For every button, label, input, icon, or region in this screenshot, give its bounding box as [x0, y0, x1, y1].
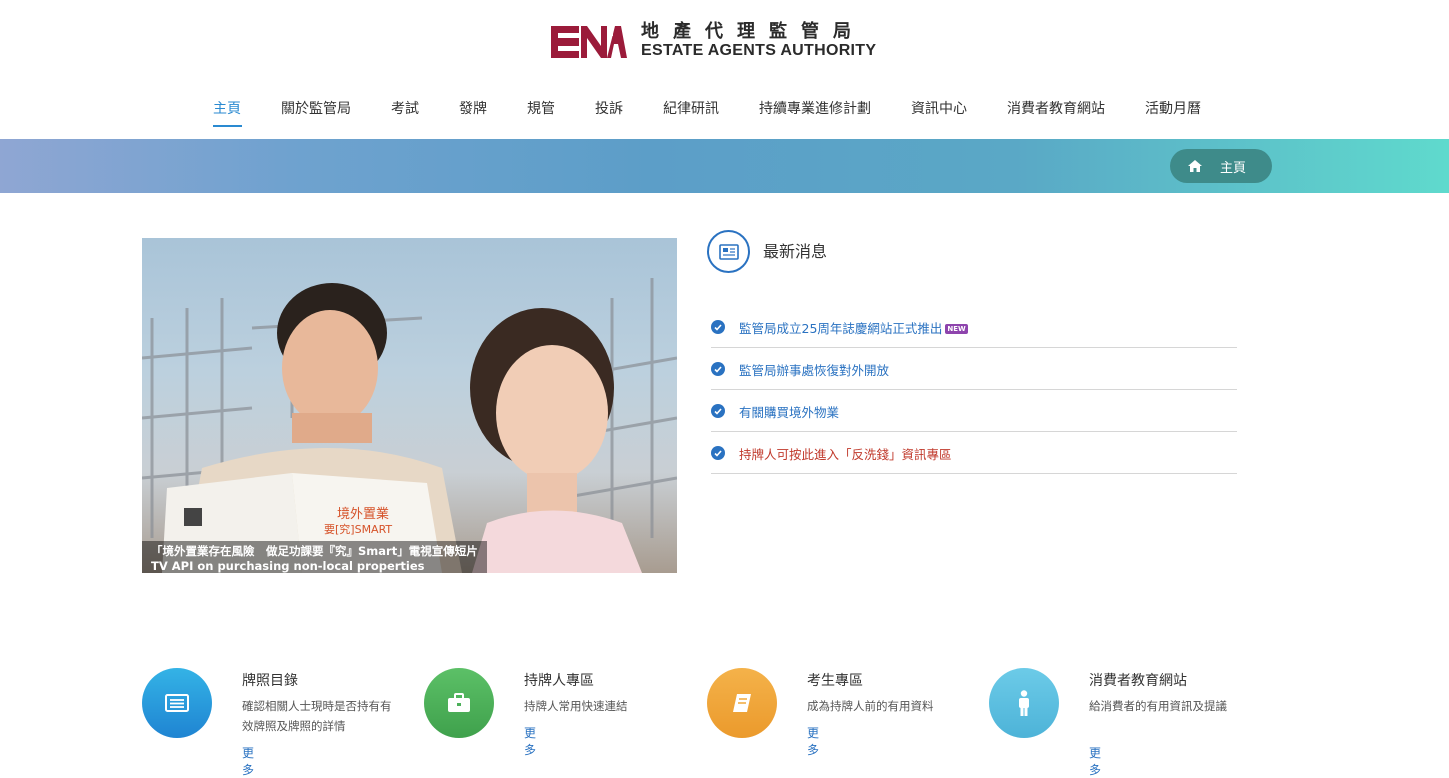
eaa-logo-mark [551, 22, 627, 60]
nav-item-home[interactable]: 主頁 [213, 98, 241, 118]
news-item-link[interactable]: 監管局成立25周年誌慶網站正式推出 NEW [739, 318, 968, 337]
news-item[interactable]: 有關購買境外物業 [711, 390, 1237, 432]
nav-item-info-centre[interactable]: 資訊中心 [911, 98, 967, 118]
news-item[interactable]: 監管局辦事處恢復對外開放 [711, 348, 1237, 390]
tile-title[interactable]: 考生專區 [807, 670, 863, 690]
nav-item-cpd[interactable]: 持續專業進修計劃 [759, 98, 871, 118]
tile-description: 持牌人常用快速連結 [524, 699, 628, 713]
hero-caption: 「境外置業存在風險 做足功課要『究』Smart」電視宣傳短片 TV API on… [142, 541, 487, 573]
page-banner: 主頁 [0, 139, 1449, 193]
nav-item-consumer-edu[interactable]: 消費者教育網站 [1007, 98, 1105, 118]
news-item-text: 監管局成立25周年誌慶網站正式推出 [739, 320, 943, 336]
new-badge: NEW [945, 324, 968, 334]
news-item[interactable]: 持牌人可按此進入「反洗錢」資訊專區 [711, 432, 1237, 474]
home-icon [1188, 160, 1202, 172]
news-item-link[interactable]: 持牌人可按此進入「反洗錢」資訊專區 [739, 444, 952, 463]
nav-active-underline [213, 125, 242, 127]
hero-illustration: 境外置業 要[究]SMART [142, 278, 677, 573]
nav-item-exam[interactable]: 考試 [391, 98, 419, 118]
newspaper-icon [707, 230, 750, 273]
check-circle-icon [711, 320, 725, 334]
check-circle-icon [711, 446, 725, 460]
list-icon[interactable] [142, 668, 212, 738]
logo-english-name: ESTATE AGENTS AUTHORITY [641, 42, 877, 59]
breadcrumb-label: 主頁 [1220, 160, 1247, 176]
book-icon[interactable] [707, 668, 777, 738]
check-circle-icon [711, 404, 725, 418]
hero-caption-line1: 「境外置業存在風險 做足功課要『究』Smart」電視宣傳短片 [151, 544, 478, 558]
more-link[interactable]: 更多 [807, 724, 819, 758]
more-link[interactable]: 更多 [524, 724, 536, 758]
news-item-link[interactable]: 監管局辦事處恢復對外開放 [739, 360, 889, 379]
person-icon[interactable] [989, 668, 1059, 738]
tile-description: 給消費者的有用資訊及提議 [1089, 699, 1227, 713]
tile-title[interactable]: 牌照目錄 [242, 670, 298, 690]
check-circle-icon [711, 362, 725, 376]
nav-item-about[interactable]: 關於監管局 [281, 98, 351, 118]
logo-chinese-name: 地產代理監管局 [641, 21, 865, 42]
news-item[interactable]: 監管局成立25周年誌慶網站正式推出 NEW [711, 306, 1237, 348]
tile-description: 確認相關人士現時是否持有有效牌照及牌照的詳情 [242, 699, 392, 733]
booklet-subtitle: 要[究]SMART [324, 522, 392, 536]
breadcrumb[interactable]: 主頁 [1170, 149, 1272, 183]
site-logo[interactable]: 地產代理監管局 ESTATE AGENTS AUTHORITY [551, 22, 876, 60]
news-list: 監管局成立25周年誌慶網站正式推出 NEW 監管局辦事處恢復對外開放 有關購買境外… [711, 306, 1237, 474]
hero-video-thumbnail[interactable]: 境外置業 要[究]SMART 「境外置業存在風險 做足功課要『究』Smart」電… [142, 238, 677, 573]
briefcase-icon[interactable] [424, 668, 494, 738]
nav-item-complaints[interactable]: 投訴 [595, 98, 623, 118]
more-link[interactable]: 更多 [1089, 744, 1101, 778]
hero-caption-line2: TV API on purchasing non-local propertie… [151, 559, 425, 573]
booklet-title: 境外置業 [337, 506, 389, 522]
tile-title[interactable]: 持牌人專區 [524, 670, 594, 690]
main-nav: 主頁 關於監管局 考試 發牌 規管 投訴 紀律研訊 持續專業進修計劃 資訊中心 … [0, 90, 1449, 138]
tile-title[interactable]: 消費者教育網站 [1089, 670, 1187, 690]
nav-item-calendar[interactable]: 活動月曆 [1145, 98, 1201, 118]
nav-item-licensing[interactable]: 發牌 [459, 98, 487, 118]
more-link[interactable]: 更多 [242, 744, 254, 778]
nav-item-regulation[interactable]: 規管 [527, 98, 555, 118]
nav-item-disciplinary[interactable]: 紀律研訊 [663, 98, 719, 118]
news-section-title: 最新消息 [763, 242, 828, 261]
tile-description: 成為持牌人前的有用資料 [807, 699, 934, 713]
news-item-link[interactable]: 有關購買境外物業 [739, 402, 839, 421]
